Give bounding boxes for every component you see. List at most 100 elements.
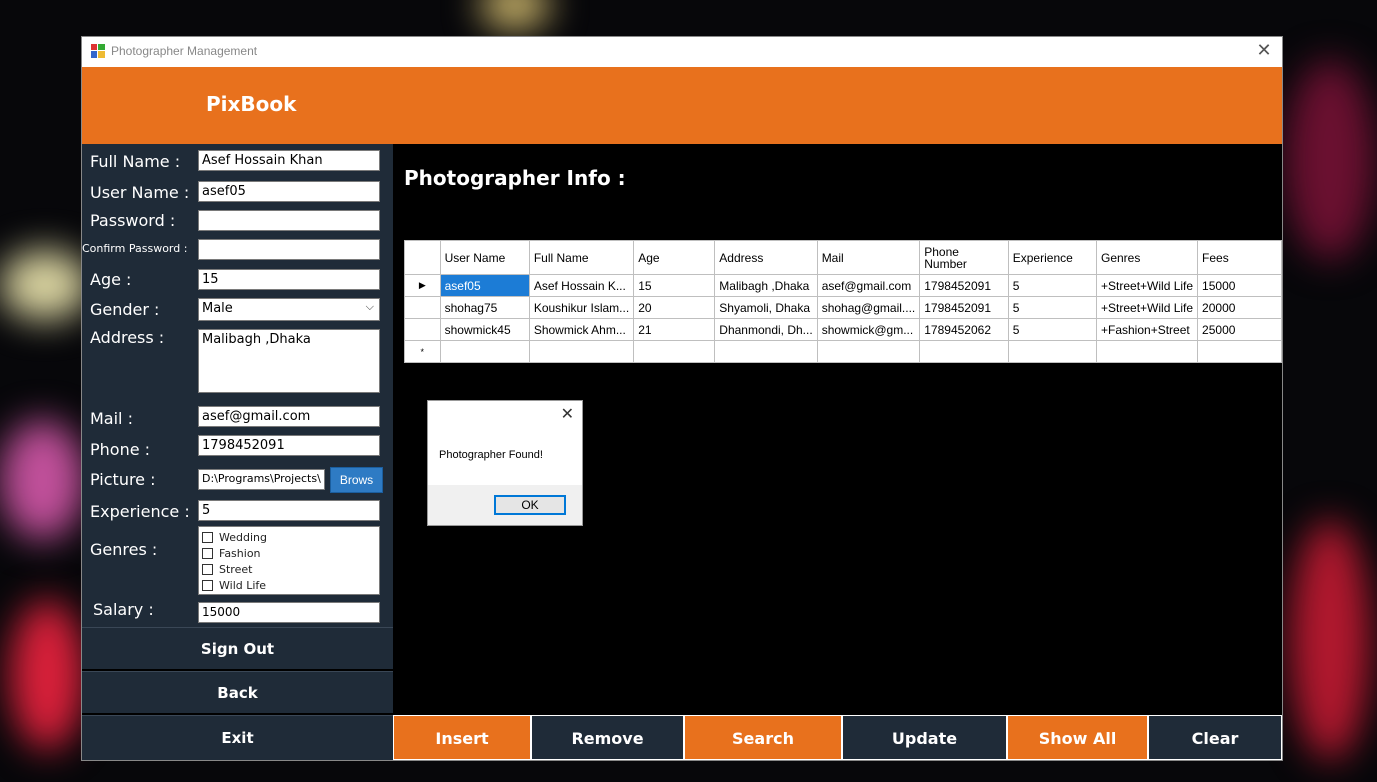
column-header[interactable]: Genres [1095,240,1199,275]
table-cell[interactable]: Malibagh ,Dhaka [714,274,818,297]
checkbox[interactable] [202,579,213,591]
column-header[interactable]: Full Name [528,240,635,275]
checkbox[interactable] [202,531,213,543]
picture-label: Picture : [90,470,156,489]
table-row[interactable]: showmick45 Showmick Ahm... 21 Dhanmondi,… [404,318,1282,341]
insert-button[interactable]: Insert [393,715,531,760]
new-row[interactable]: * [404,340,1282,363]
table-row[interactable]: shohag75 Koushikur Islam... 20 Shyamoli,… [404,296,1282,319]
background-splash [10,600,85,750]
sign-out-button[interactable]: Sign Out [82,627,393,669]
table-row[interactable]: ▶ asef05 Asef Hossain K... 15 Malibagh ,… [404,274,1282,297]
mail-label: Mail : [90,409,133,428]
app-icon [91,44,105,58]
column-header[interactable]: Address [714,240,818,275]
table-cell[interactable]: showmick@gm... [816,318,921,341]
photographer-grid[interactable]: User Name Full Name Age Address Mail Pho… [404,240,1282,363]
genre-wild-life[interactable]: Wild Life [202,577,376,593]
column-header[interactable]: User Name [439,240,530,275]
search-button[interactable]: Search [684,715,842,760]
clear-button[interactable]: Clear [1148,715,1282,760]
table-cell[interactable]: Showmick Ahm... [528,318,635,341]
checkbox[interactable] [202,547,213,559]
close-icon[interactable]: ✕ [1254,40,1274,61]
table-cell[interactable]: Asef Hossain K... [528,274,635,297]
back-button[interactable]: Back [82,671,393,713]
table-cell[interactable]: 15 [633,274,716,297]
full-name-input[interactable]: Asef Hossain Khan [198,150,380,171]
table-cell[interactable]: 1798452091 [919,296,1009,319]
confirm-password-input[interactable] [198,239,380,260]
user-name-input[interactable]: asef05 [198,181,380,202]
age-input[interactable]: 15 [198,269,380,290]
table-cell[interactable]: 1789452062 [919,318,1009,341]
table-cell[interactable]: 5 [1007,274,1098,297]
background-splash [1285,60,1375,260]
browse-button[interactable]: Brows [330,467,383,493]
column-header[interactable]: Age [633,240,716,275]
table-cell[interactable]: 5 [1007,318,1098,341]
column-header[interactable]: Phone Number [919,240,1009,275]
column-header[interactable]: Experience [1007,240,1098,275]
picture-path-input[interactable]: D:\Programs\Projects\ [198,469,325,490]
row-header[interactable] [404,296,441,319]
mail-input[interactable]: asef@gmail.com [198,406,380,427]
table-cell[interactable]: 20000 [1197,296,1282,319]
gender-select[interactable]: Male ⌵ [198,298,380,321]
dialog-body: Photographer Found! [428,428,582,485]
new-row-marker[interactable]: * [404,340,441,363]
salary-input[interactable]: 15000 [198,602,380,623]
message-dialog: ✕ Photographer Found! OK [427,400,583,526]
brand-logo: PixBook [206,92,297,116]
update-button[interactable]: Update [842,715,1007,760]
table-cell[interactable]: asef@gmail.com [816,274,921,297]
phone-input[interactable]: 1798452091 [198,435,380,456]
show-all-button[interactable]: Show All [1007,715,1148,760]
genres-label: Genres : [90,540,158,559]
table-cell[interactable]: asef05 [439,274,530,297]
table-cell[interactable]: shohag@gmail.... [816,296,921,319]
row-header[interactable] [404,318,441,341]
table-cell[interactable]: +Street+Wild Life [1095,296,1199,319]
row-header-corner [404,240,441,275]
column-header[interactable]: Mail [816,240,921,275]
table-cell[interactable] [816,340,921,363]
column-header[interactable]: Fees [1197,240,1282,275]
table-cell[interactable]: Shyamoli, Dhaka [714,296,818,319]
exit-button[interactable]: Exit [82,715,393,760]
table-cell[interactable]: 5 [1007,296,1098,319]
page-title: Photographer Info : [404,166,626,190]
table-cell[interactable] [439,340,530,363]
genre-fashion[interactable]: Fashion [202,545,376,561]
table-cell[interactable]: 25000 [1197,318,1282,341]
close-icon[interactable]: ✕ [561,404,574,424]
salary-label: Salary : [93,600,154,619]
table-cell[interactable]: Koushikur Islam... [528,296,635,319]
table-cell[interactable] [714,340,818,363]
genre-wedding[interactable]: Wedding [202,529,376,545]
ok-button[interactable]: OK [494,495,566,515]
grid-header-row: User Name Full Name Age Address Mail Pho… [404,240,1282,275]
table-cell[interactable]: +Fashion+Street [1095,318,1199,341]
table-cell[interactable]: Dhanmondi, Dh... [714,318,818,341]
table-cell[interactable] [1095,340,1199,363]
experience-input[interactable]: 5 [198,500,380,521]
table-cell[interactable]: 20 [633,296,716,319]
table-cell[interactable] [919,340,1009,363]
table-cell[interactable]: +Street+Wild Life [1095,274,1199,297]
table-cell[interactable]: 15000 [1197,274,1282,297]
remove-button[interactable]: Remove [531,715,684,760]
table-cell[interactable]: showmick45 [439,318,530,341]
genre-street[interactable]: Street [202,561,376,577]
checkbox[interactable] [202,563,213,575]
row-pointer-icon[interactable]: ▶ [404,274,441,297]
table-cell[interactable] [528,340,635,363]
table-cell[interactable]: shohag75 [439,296,530,319]
address-textarea[interactable]: Malibagh ,Dhaka [198,329,380,393]
password-input[interactable] [198,210,380,231]
table-cell[interactable] [1007,340,1098,363]
table-cell[interactable]: 21 [633,318,716,341]
table-cell[interactable] [633,340,716,363]
table-cell[interactable]: 1798452091 [919,274,1009,297]
table-cell[interactable] [1197,340,1282,363]
